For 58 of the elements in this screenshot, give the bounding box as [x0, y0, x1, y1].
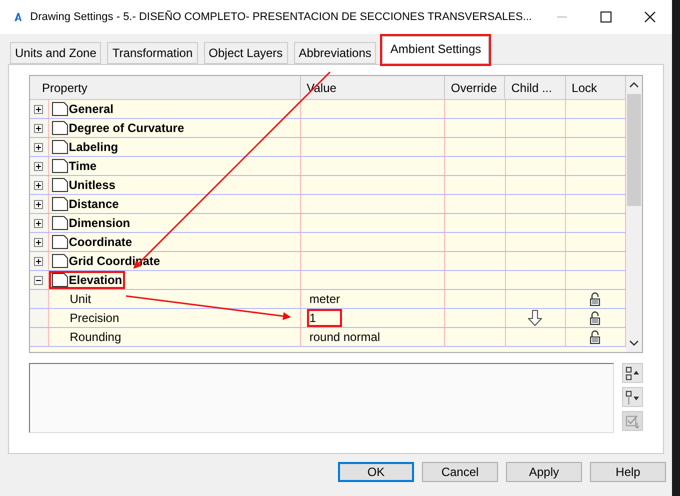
- page-icon: [52, 273, 68, 287]
- scrollbar-thumb[interactable]: [627, 94, 641, 206]
- page-icon: [52, 254, 68, 268]
- tab[interactable]: Transformation: [105, 40, 200, 64]
- expand-toggle-icon[interactable]: [34, 256, 44, 266]
- expand-all-button[interactable]: [622, 387, 643, 407]
- tab[interactable]: Abbreviations: [292, 40, 378, 64]
- column-header[interactable]: Override: [444, 76, 506, 99]
- expand-toggle-icon[interactable]: [34, 218, 44, 228]
- padlock-icon[interactable]: [589, 311, 602, 325]
- category-label[interactable]: Degree of Curvature: [68, 121, 184, 135]
- expand-toggle-icon[interactable]: [34, 200, 44, 208]
- category-label[interactable]: Labeling: [68, 140, 118, 154]
- page-icon: [52, 102, 68, 116]
- category-label[interactable]: General: [68, 102, 114, 116]
- expand-toggle-icon[interactable]: [34, 142, 44, 152]
- page-icon: [52, 121, 68, 135]
- category-label[interactable]: Dimension: [68, 216, 130, 230]
- dialog-button[interactable]: Apply: [506, 462, 582, 482]
- category-label[interactable]: Elevation: [68, 273, 122, 287]
- dialog-button[interactable]: Cancel: [422, 462, 498, 482]
- collapse-all-button[interactable]: [622, 363, 643, 383]
- expand-toggle-icon[interactable]: [34, 104, 44, 114]
- property-label: Rounding: [68, 330, 122, 344]
- scroll-down-icon[interactable]: [629, 339, 639, 347]
- expand-toggle-icon[interactable]: [34, 124, 44, 132]
- scroll-up-icon[interactable]: [629, 81, 639, 89]
- page-icon: [52, 197, 68, 211]
- page-icon: [52, 140, 68, 154]
- page-icon: [52, 235, 68, 249]
- dialog-button[interactable]: OK: [338, 462, 414, 482]
- tab[interactable]: Ambient Settings: [380, 34, 492, 66]
- category-label[interactable]: Unitless: [68, 178, 116, 192]
- property-value[interactable]: meter: [307, 290, 366, 308]
- column-header[interactable]: Child ...: [505, 76, 566, 99]
- category-label[interactable]: Coordinate: [68, 235, 132, 249]
- category-label[interactable]: Distance: [68, 197, 119, 211]
- page-icon: [52, 216, 68, 230]
- page-icon: [52, 178, 68, 192]
- tab[interactable]: Object Layers: [202, 40, 290, 64]
- expand-toggle-icon[interactable]: [34, 238, 44, 246]
- expand-toggle-icon[interactable]: [34, 180, 44, 190]
- property-value[interactable]: round normal: [307, 328, 406, 346]
- tab[interactable]: Units and Zone: [8, 40, 104, 64]
- window-title: Drawing Settings - 5.- DISEÑO COMPLETO- PRESENTACION DE SECCIONES TRANSVERSALES...: [30, 11, 532, 23]
- down-arrow-icon: [528, 310, 542, 326]
- expand-toggle-icon[interactable]: [34, 276, 44, 284]
- column-header[interactable]: Property: [30, 76, 301, 99]
- padlock-icon[interactable]: [589, 292, 602, 306]
- page-icon: [52, 159, 68, 173]
- property-label: Unit: [68, 292, 92, 306]
- expand-toggle-icon[interactable]: [34, 162, 44, 170]
- category-label[interactable]: Time: [68, 159, 97, 173]
- dialog-button[interactable]: Help: [590, 462, 666, 482]
- padlock-icon[interactable]: [589, 330, 602, 344]
- property-label: Precision: [68, 311, 120, 325]
- scrollbar[interactable]: [626, 76, 642, 352]
- property-value[interactable]: 1: [307, 309, 342, 327]
